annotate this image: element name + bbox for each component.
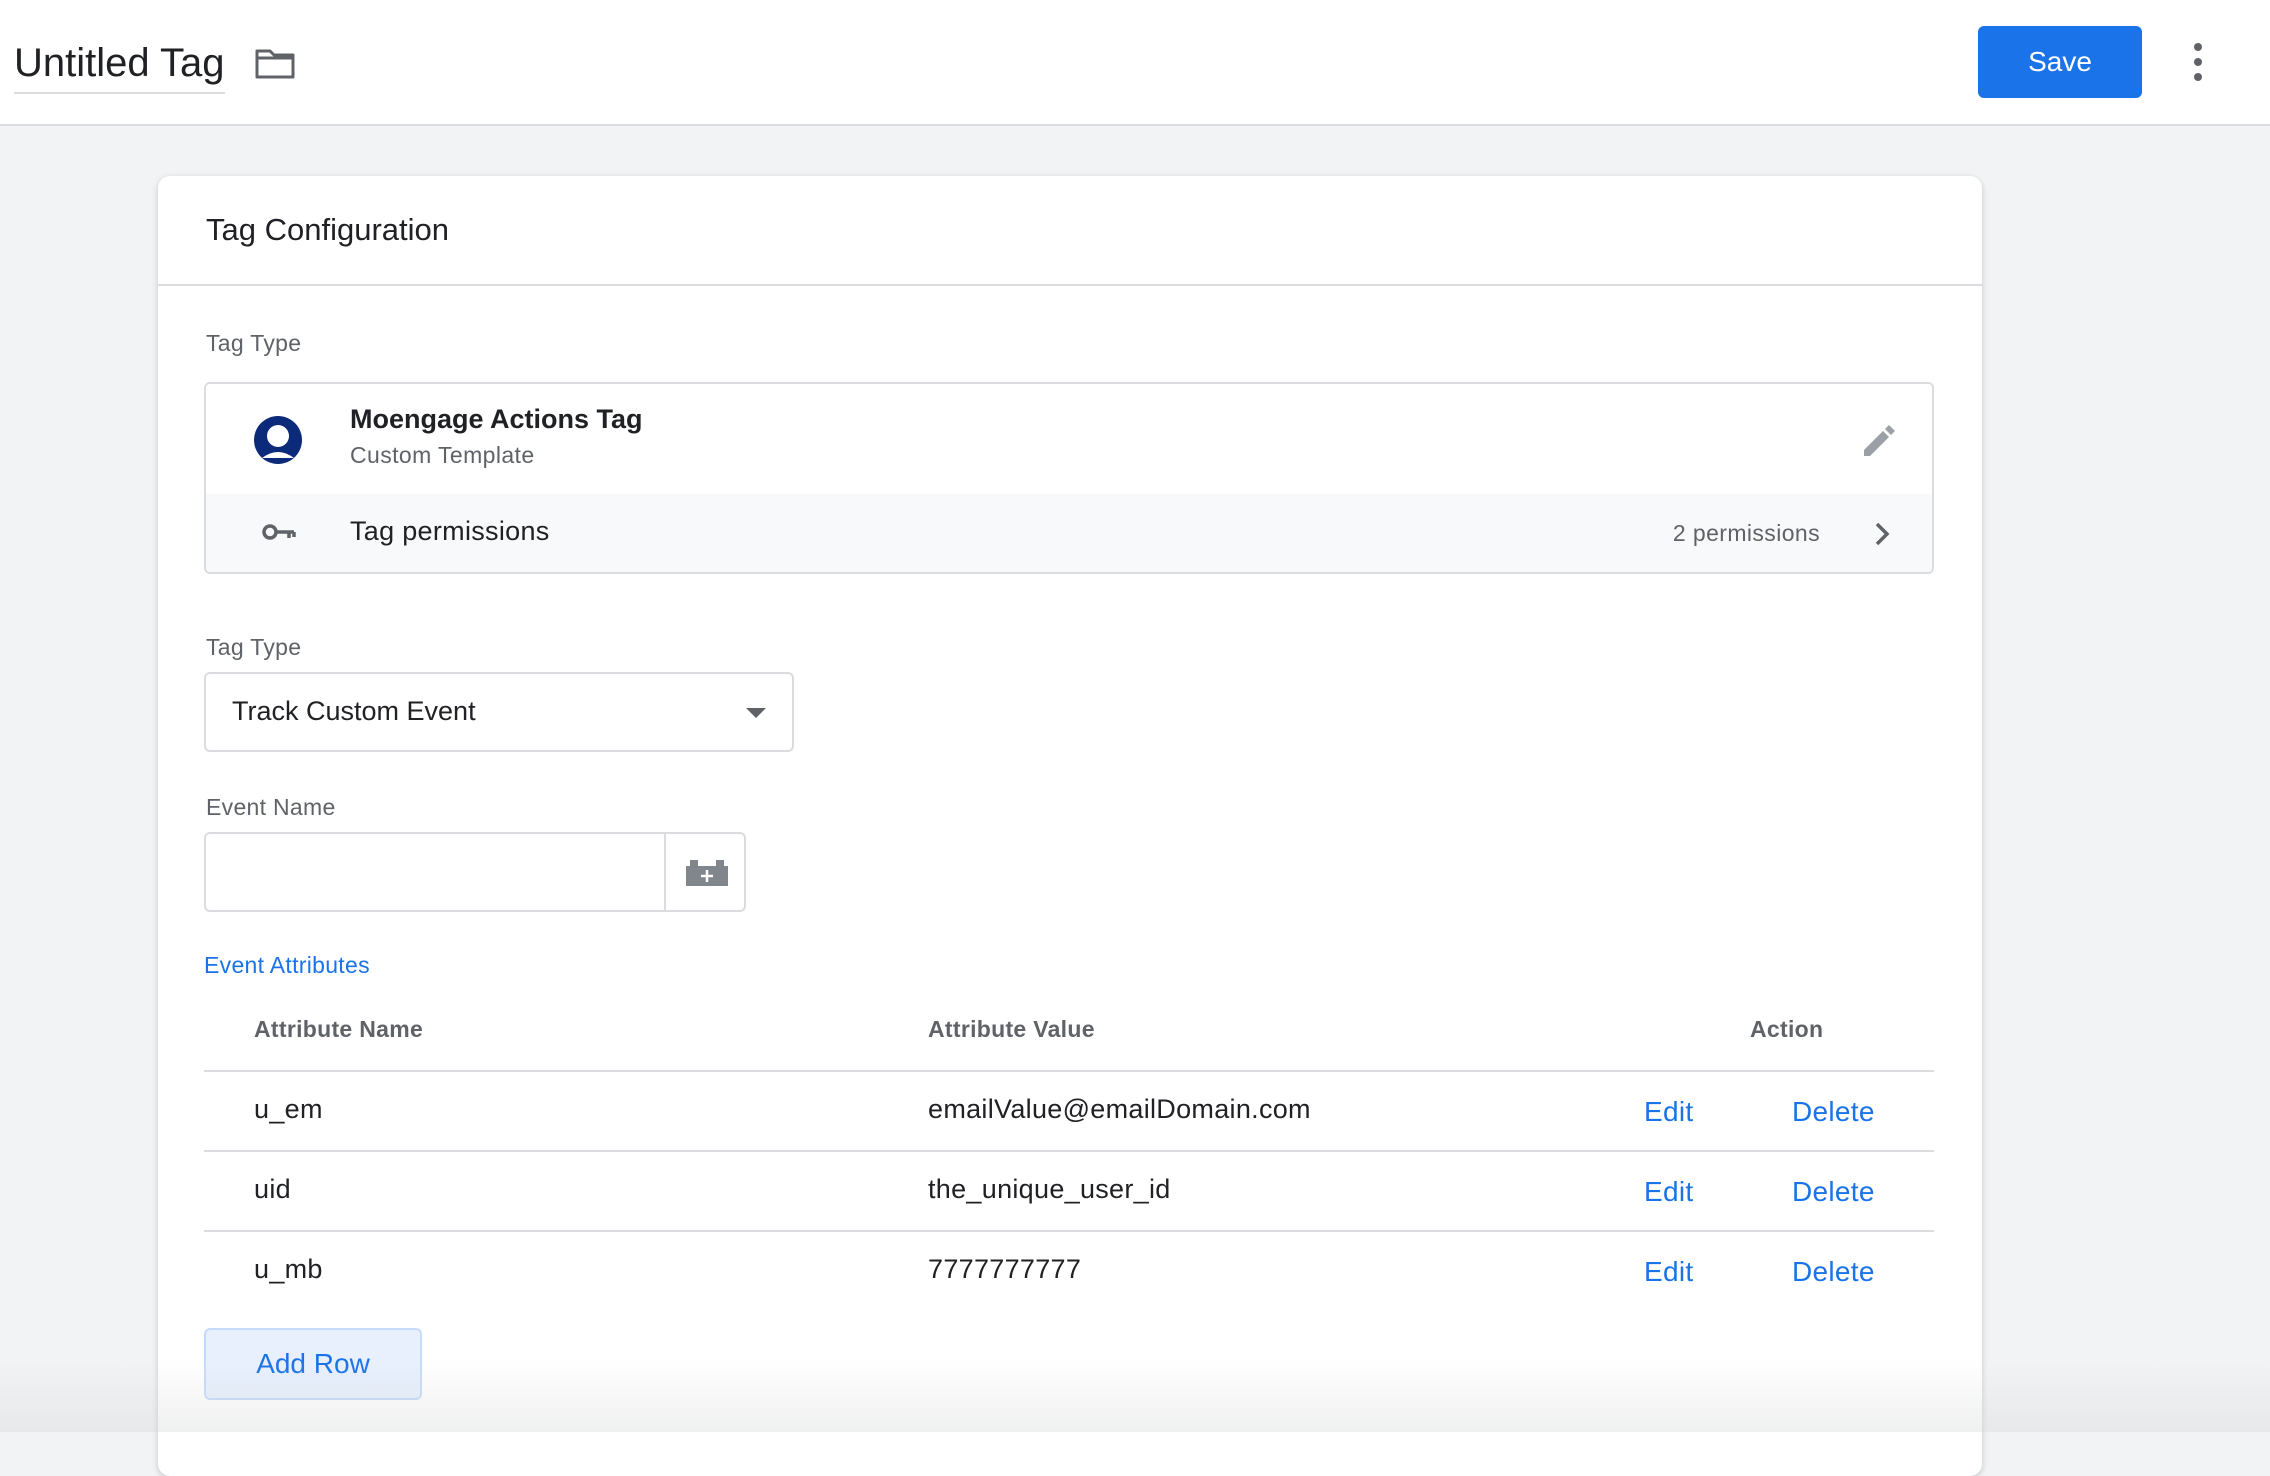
tag-title[interactable]: Untitled Tag bbox=[14, 40, 225, 94]
tag-type-box: Moengage Actions Tag Custom Template Tag… bbox=[204, 382, 1934, 574]
tag-permissions-row[interactable]: Tag permissions 2 permissions bbox=[206, 494, 1932, 572]
column-action: Action bbox=[1750, 1016, 1824, 1042]
event-name-label: Event Name bbox=[206, 794, 336, 820]
card-title: Tag Configuration bbox=[158, 176, 1982, 286]
column-attribute-name: Attribute Name bbox=[254, 1016, 424, 1042]
delete-row-button[interactable]: Delete bbox=[1792, 1256, 1875, 1288]
table-row: u_mb 7777777777 Edit Delete bbox=[204, 1230, 1934, 1310]
column-attribute-value: Attribute Value bbox=[928, 1016, 1095, 1042]
tag-type-select-value: Track Custom Event bbox=[232, 696, 476, 726]
dropdown-caret-icon bbox=[746, 708, 766, 718]
chevron-right-icon bbox=[1875, 522, 1890, 546]
attribute-name-cell: u_em bbox=[254, 1094, 323, 1124]
event-attributes-heading[interactable]: Event Attributes bbox=[204, 952, 370, 979]
moengage-avatar-icon bbox=[254, 416, 302, 464]
tag-type-heading: Tag Type bbox=[206, 330, 302, 356]
variable-brick-icon bbox=[686, 860, 728, 886]
event-name-input[interactable] bbox=[206, 834, 664, 910]
attribute-value-cell: the_unique_user_id bbox=[928, 1174, 1171, 1204]
tag-permissions-label: Tag permissions bbox=[350, 516, 550, 546]
permissions-count: 2 permissions bbox=[1672, 520, 1820, 546]
edit-row-button[interactable]: Edit bbox=[1644, 1176, 1693, 1208]
attribute-name-cell: u_mb bbox=[254, 1254, 323, 1284]
tag-type-select-label: Tag Type bbox=[206, 634, 302, 660]
edit-row-button[interactable]: Edit bbox=[1644, 1096, 1693, 1128]
key-icon bbox=[262, 524, 296, 540]
tag-type-select[interactable]: Track Custom Event bbox=[204, 672, 794, 752]
event-name-field bbox=[204, 832, 746, 912]
template-row[interactable]: Moengage Actions Tag Custom Template bbox=[206, 384, 1932, 496]
folder-icon[interactable] bbox=[254, 46, 296, 80]
top-bar: Untitled Tag Save bbox=[0, 0, 2270, 126]
tag-configuration-card: Tag Configuration Tag Type Moengage Acti… bbox=[158, 176, 1982, 1476]
more-vert-icon[interactable] bbox=[2184, 40, 2212, 84]
attribute-name-cell: uid bbox=[254, 1174, 291, 1204]
save-button[interactable]: Save bbox=[1978, 26, 2142, 98]
template-name: Moengage Actions Tag bbox=[350, 404, 643, 434]
table-row: u_em emailValue@emailDomain.com Edit Del… bbox=[204, 1070, 1934, 1150]
template-subtitle: Custom Template bbox=[350, 442, 535, 468]
attribute-value-cell: emailValue@emailDomain.com bbox=[928, 1094, 1311, 1124]
table-row: uid the_unique_user_id Edit Delete bbox=[204, 1150, 1934, 1230]
attribute-value-cell: 7777777777 bbox=[928, 1254, 1082, 1284]
add-row-button[interactable]: Add Row bbox=[204, 1328, 422, 1400]
delete-row-button[interactable]: Delete bbox=[1792, 1096, 1875, 1128]
edit-row-button[interactable]: Edit bbox=[1644, 1256, 1693, 1288]
delete-row-button[interactable]: Delete bbox=[1792, 1176, 1875, 1208]
edit-pencil-icon[interactable] bbox=[1858, 420, 1898, 460]
insert-variable-button[interactable] bbox=[664, 834, 746, 910]
